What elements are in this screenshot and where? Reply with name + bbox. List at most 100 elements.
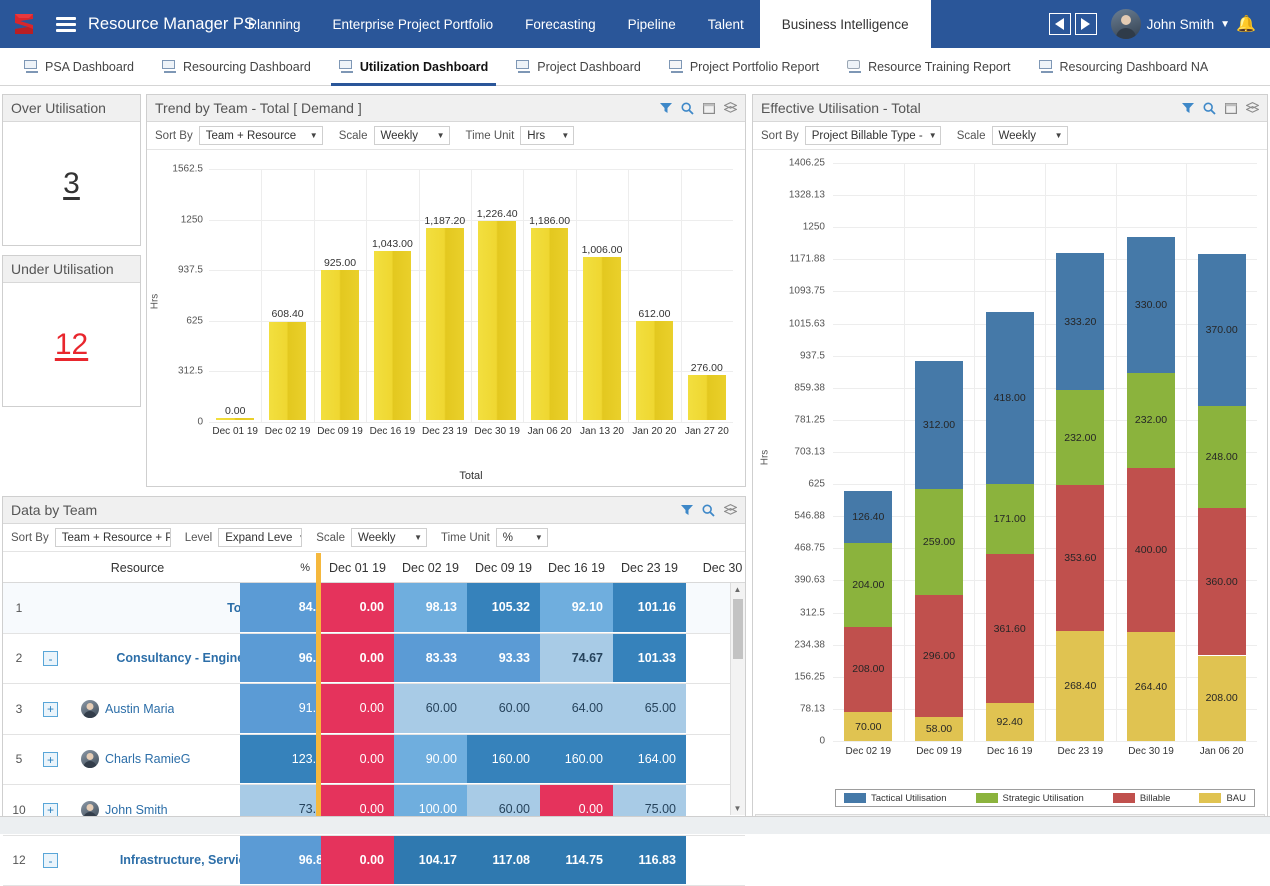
trend-chart[interactable]: 0312.5625937.512501562.5Hrs0.00Dec 01 19… bbox=[147, 151, 745, 486]
bar[interactable] bbox=[531, 228, 569, 420]
search-icon[interactable] bbox=[681, 102, 694, 115]
layers-icon[interactable] bbox=[1246, 102, 1259, 114]
time-unit-select[interactable]: %▼ bbox=[496, 528, 548, 547]
data-cell[interactable]: 0.00 bbox=[321, 583, 394, 633]
row-expander-toggle[interactable]: + bbox=[43, 752, 58, 767]
arrow-right-icon[interactable] bbox=[1075, 13, 1097, 35]
data-cell[interactable]: 101.33 bbox=[613, 634, 686, 684]
column-header-date[interactable]: Dec 16 19 bbox=[540, 553, 613, 582]
stacked-bar-segment[interactable]: 171.00 bbox=[986, 484, 1034, 554]
data-cell[interactable]: 116.83 bbox=[613, 836, 686, 886]
layers-icon[interactable] bbox=[724, 102, 737, 114]
data-cell[interactable]: 104.17 bbox=[394, 836, 467, 886]
bar[interactable] bbox=[269, 322, 307, 421]
legend-item[interactable]: Billable bbox=[1113, 793, 1171, 804]
data-cell[interactable]: 60.00 bbox=[467, 684, 540, 734]
table-row[interactable]: 12-Infrastructure, Service/96.810.00104.… bbox=[3, 836, 745, 886]
nav-item-talent[interactable]: Talent bbox=[692, 0, 760, 48]
grid-vertical-scrollbar[interactable]: ▲▼ bbox=[730, 583, 745, 815]
stacked-bar-segment[interactable]: 208.00 bbox=[1198, 656, 1246, 741]
stacked-bar-segment[interactable]: 126.40 bbox=[844, 491, 892, 543]
table-row[interactable]: 5+Charls RamieG123.780.0090.00160.00160.… bbox=[3, 735, 745, 786]
data-cell[interactable]: 60.00 bbox=[394, 684, 467, 734]
data-cell[interactable]: 64.00 bbox=[540, 684, 613, 734]
scale-select[interactable]: Weekly▼ bbox=[374, 126, 450, 145]
scrollbar-thumb[interactable] bbox=[733, 599, 743, 659]
bar[interactable] bbox=[321, 270, 359, 420]
arrow-left-icon[interactable] bbox=[1049, 13, 1071, 35]
data-cell[interactable]: 93.33 bbox=[467, 634, 540, 684]
sort-by-select[interactable]: Team + Resource▼ bbox=[199, 126, 323, 145]
grid-splitter-handle[interactable] bbox=[316, 553, 321, 816]
stacked-bar-segment[interactable]: 204.00 bbox=[844, 543, 892, 627]
stacked-bar-segment[interactable]: 264.40 bbox=[1127, 632, 1175, 741]
tab-project-portfolio-report[interactable]: Project Portfolio Report bbox=[655, 48, 833, 85]
scale-select[interactable]: Weekly▼ bbox=[992, 126, 1068, 145]
data-cell[interactable]: 117.08 bbox=[467, 836, 540, 886]
stacked-bar-segment[interactable]: 248.00 bbox=[1198, 406, 1246, 508]
column-header-date[interactable]: Dec 09 19 bbox=[467, 553, 540, 582]
effective-utilisation-chart[interactable]: 078.13156.25234.38312.5390.63468.75546.8… bbox=[753, 151, 1267, 831]
bar[interactable] bbox=[583, 257, 621, 420]
stacked-bar-segment[interactable]: 208.00 bbox=[844, 627, 892, 712]
tab-resourcing-dashboard[interactable]: Resourcing Dashboard bbox=[148, 48, 325, 85]
search-icon[interactable] bbox=[702, 504, 715, 517]
resource-cell[interactable]: Consultancy - Engineer bbox=[65, 634, 256, 684]
tab-psa-dashboard[interactable]: PSA Dashboard bbox=[10, 48, 148, 85]
stacked-bar-segment[interactable]: 330.00 bbox=[1127, 237, 1175, 373]
data-cell[interactable]: 83.33 bbox=[394, 634, 467, 684]
maximize-icon[interactable] bbox=[703, 103, 715, 114]
table-row[interactable]: 1Total84.710.0098.13105.3292.10101.16 bbox=[3, 583, 745, 634]
filter-icon[interactable] bbox=[1182, 102, 1194, 114]
resource-cell[interactable]: Austin Maria bbox=[81, 684, 256, 734]
table-row[interactable]: 3+Austin Maria91.560.0060.0060.0064.0065… bbox=[3, 684, 745, 735]
data-cell[interactable]: 90.00 bbox=[394, 735, 467, 785]
data-cell[interactable]: 160.00 bbox=[467, 735, 540, 785]
bar[interactable] bbox=[688, 375, 726, 420]
over-utilisation-value[interactable]: 3 bbox=[63, 167, 80, 201]
row-expander-toggle[interactable]: - bbox=[43, 853, 58, 868]
column-header-date[interactable]: Dec 30 bbox=[686, 553, 759, 582]
chevron-down-icon[interactable]: ▼ bbox=[1220, 19, 1230, 30]
legend-item[interactable]: Tactical Utilisation bbox=[844, 793, 947, 804]
stacked-bar-segment[interactable]: 400.00 bbox=[1127, 468, 1175, 632]
tab-resource-training-report[interactable]: Resource Training Report bbox=[833, 48, 1024, 85]
nav-item-pipeline[interactable]: Pipeline bbox=[612, 0, 692, 48]
maximize-icon[interactable] bbox=[1225, 103, 1237, 114]
data-cell[interactable]: 0.00 bbox=[321, 836, 394, 886]
table-row[interactable]: 2-Consultancy - Engineer96.410.0083.3393… bbox=[3, 634, 745, 685]
stacked-bar-segment[interactable]: 312.00 bbox=[915, 361, 963, 489]
stacked-bar-segment[interactable]: 92.40 bbox=[986, 703, 1034, 741]
data-cell[interactable]: 0.00 bbox=[321, 684, 394, 734]
bar[interactable] bbox=[478, 221, 516, 420]
under-utilisation-value[interactable]: 12 bbox=[55, 328, 88, 362]
legend-item[interactable]: BAU bbox=[1199, 793, 1246, 804]
stacked-bar-segment[interactable]: 296.00 bbox=[915, 595, 963, 717]
data-cell[interactable]: 0.00 bbox=[321, 634, 394, 684]
stacked-bar-segment[interactable]: 418.00 bbox=[986, 312, 1034, 484]
nav-item-forecasting[interactable]: Forecasting bbox=[509, 0, 612, 48]
resource-cell[interactable]: Total bbox=[65, 583, 256, 633]
data-cell[interactable]: 101.16 bbox=[613, 583, 686, 633]
sort-by-select[interactable]: Team + Resource + P▼ bbox=[55, 528, 171, 547]
stacked-bar-segment[interactable]: 232.00 bbox=[1127, 373, 1175, 468]
column-header-date[interactable]: Dec 01 19 bbox=[321, 553, 394, 582]
stacked-bar-segment[interactable]: 232.00 bbox=[1056, 390, 1104, 485]
tab-project-dashboard[interactable]: Project Dashboard bbox=[502, 48, 655, 85]
user-menu[interactable]: John Smith ▼ 🔔 bbox=[1107, 0, 1270, 48]
stacked-bar-segment[interactable]: 360.00 bbox=[1198, 508, 1246, 656]
stacked-bar-segment[interactable]: 70.00 bbox=[844, 712, 892, 741]
search-icon[interactable] bbox=[1203, 102, 1216, 115]
bar[interactable] bbox=[216, 418, 254, 420]
data-grid[interactable]: Resource%Dec 01 19Dec 02 19Dec 09 19Dec … bbox=[3, 553, 745, 831]
data-cell[interactable]: 164.00 bbox=[613, 735, 686, 785]
legend-item[interactable]: Strategic Utilisation bbox=[976, 793, 1084, 804]
filter-icon[interactable] bbox=[660, 102, 672, 114]
data-cell[interactable]: 160.00 bbox=[540, 735, 613, 785]
layers-icon[interactable] bbox=[724, 504, 737, 516]
s-logo-icon[interactable] bbox=[0, 0, 48, 48]
data-cell[interactable]: 92.10 bbox=[540, 583, 613, 633]
column-header-date[interactable]: Dec 02 19 bbox=[394, 553, 467, 582]
tab-utilization-dashboard[interactable]: Utilization Dashboard bbox=[325, 48, 502, 85]
column-header-percent[interactable]: % bbox=[240, 553, 310, 582]
